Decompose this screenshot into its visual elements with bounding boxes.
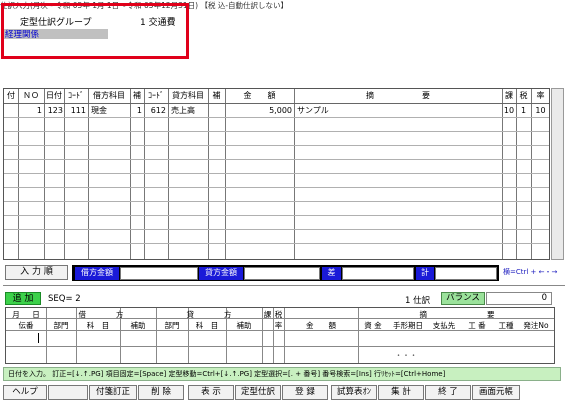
exit-button[interactable]: 終 了 <box>425 385 471 400</box>
hdr-credit-dept: 部門 <box>164 321 180 330</box>
hdr-rate: 率 <box>274 321 283 330</box>
col-header-debit-account: 借方科目 <box>93 91 125 100</box>
journal-grid[interactable]: 付 ＮＯ 日付 ｺｰﾄﾞ 借方科目 補 ｺｰﾄﾞ 貸方科目 補 金 額 摘 要 … <box>3 88 550 260</box>
hdr-denban: 伝番 <box>18 321 34 330</box>
col-header-credit-code: ｺｰﾄﾞ <box>148 91 164 100</box>
col-header-date: 日付 <box>46 91 62 100</box>
screen-ledger-button[interactable]: 画面元帳 <box>472 385 520 400</box>
row-debit-account[interactable]: 現金 <box>91 104 129 117</box>
hdr-day: 日 <box>32 310 40 319</box>
annotation-highlight-box <box>1 3 189 59</box>
trial-balance-button[interactable]: 試算表ｵﾝ <box>331 385 377 400</box>
hdr-memo: 摘 要 <box>419 310 495 319</box>
col-header-ka: 課 <box>505 91 513 100</box>
register-button[interactable]: 登 録 <box>282 385 328 400</box>
credit-total-field <box>244 267 320 280</box>
row-memo[interactable]: サンプル <box>297 104 497 117</box>
hdr-debit-sub: 補助 <box>130 321 146 330</box>
col-header-credit-account: 貸方科目 <box>172 91 204 100</box>
row-debit-code[interactable]: 111 <box>64 104 86 117</box>
scroll-hint: 横=Ctrl + ←・→ <box>503 268 558 276</box>
hdr-ka: 課 <box>263 310 272 319</box>
col-header-memo: 摘 要 <box>366 91 430 100</box>
hdr-debit-dept: 部門 <box>53 321 69 330</box>
help-button[interactable]: ヘルプ <box>3 385 47 400</box>
hdr-work-no: 工 番 <box>468 321 486 330</box>
input-order-button[interactable]: 入 力 順 <box>5 265 68 280</box>
hdr-order-no: 発注No <box>523 321 549 330</box>
hdr-debit-account: 科 目 <box>86 321 110 330</box>
entry-table[interactable]: 月 日 借 方 貸 方 課 税 摘 要 伝番 部門 科 目 補助 部門 科 目 … <box>5 307 555 364</box>
hdr-work-type: 工種 <box>498 321 514 330</box>
row-amount[interactable]: 5,000 <box>225 104 292 117</box>
row-zei[interactable]: 1 <box>516 104 531 117</box>
row-no[interactable]: 1 <box>18 104 42 117</box>
difference-field <box>342 267 414 280</box>
row-credit-code[interactable]: 612 <box>144 104 166 117</box>
entry-count: 1 仕訳 <box>405 296 431 306</box>
panel-divider <box>3 285 565 286</box>
debit-total-label: 借方金額 <box>75 267 119 280</box>
dots-indicator: ・・・ <box>394 351 418 360</box>
hdr-bill-due: 手形期日 <box>393 321 423 330</box>
sticky-note-edit-button[interactable]: 付箋訂正 <box>89 385 137 400</box>
balance-label: バランス <box>441 292 485 305</box>
hdr-credit: 貸 方 <box>186 310 232 319</box>
hdr-amount: 金 額 <box>306 321 336 330</box>
hdr-credit-sub: 補助 <box>236 321 252 330</box>
total-field <box>435 267 497 280</box>
seq-counter: SEQ= 2 <box>48 294 81 304</box>
balance-value: 0 <box>486 292 552 305</box>
hdr-payee: 支払先 <box>432 321 456 330</box>
hdr-debit: 借 方 <box>78 310 124 319</box>
row-debit-sub[interactable]: 1 <box>130 104 142 117</box>
col-header-rate: 率 <box>536 91 545 100</box>
col-header-fu: 付 <box>7 91 15 100</box>
delete-button[interactable]: 削 除 <box>138 385 184 400</box>
fkey-blank[interactable] <box>48 385 88 400</box>
display-button[interactable]: 表 示 <box>188 385 234 400</box>
hdr-month: 月 <box>12 310 20 319</box>
col-header-amount: 金 額 <box>243 91 276 100</box>
add-mode-badge: 追 加 <box>5 292 41 305</box>
col-header-debit-sub: 補 <box>133 91 141 100</box>
col-header-debit-code: ｺｰﾄﾞ <box>68 91 84 100</box>
col-header-credit-sub: 補 <box>212 91 221 100</box>
vertical-scrollbar[interactable] <box>551 88 564 260</box>
status-help-bar: 日付を入力。 訂正=[↓.↑.PG] 項目固定=[Space] 定型移動=Ctr… <box>3 367 561 381</box>
template-journal-button[interactable]: 定型仕訳 <box>235 385 281 400</box>
hdr-zei: 税 <box>274 310 283 319</box>
row-ka[interactable]: 10 <box>503 104 515 117</box>
aggregate-button[interactable]: 集 計 <box>378 385 424 400</box>
hdr-credit-account: 科 目 <box>195 321 219 330</box>
hdr-funds: 資 金 <box>364 321 382 330</box>
col-header-zei: 税 <box>519 91 528 100</box>
credit-total-label: 貸方金額 <box>199 267 243 280</box>
row-date[interactable]: 123 <box>44 104 63 117</box>
debit-total-field <box>120 267 198 280</box>
row-credit-account[interactable]: 売上高 <box>171 104 208 117</box>
row-rate[interactable]: 10 <box>531 104 550 117</box>
denban-field[interactable] <box>38 333 44 343</box>
col-header-no: ＮＯ <box>23 91 39 100</box>
total-label: 計 <box>416 267 434 280</box>
difference-label: 差 <box>322 267 341 280</box>
